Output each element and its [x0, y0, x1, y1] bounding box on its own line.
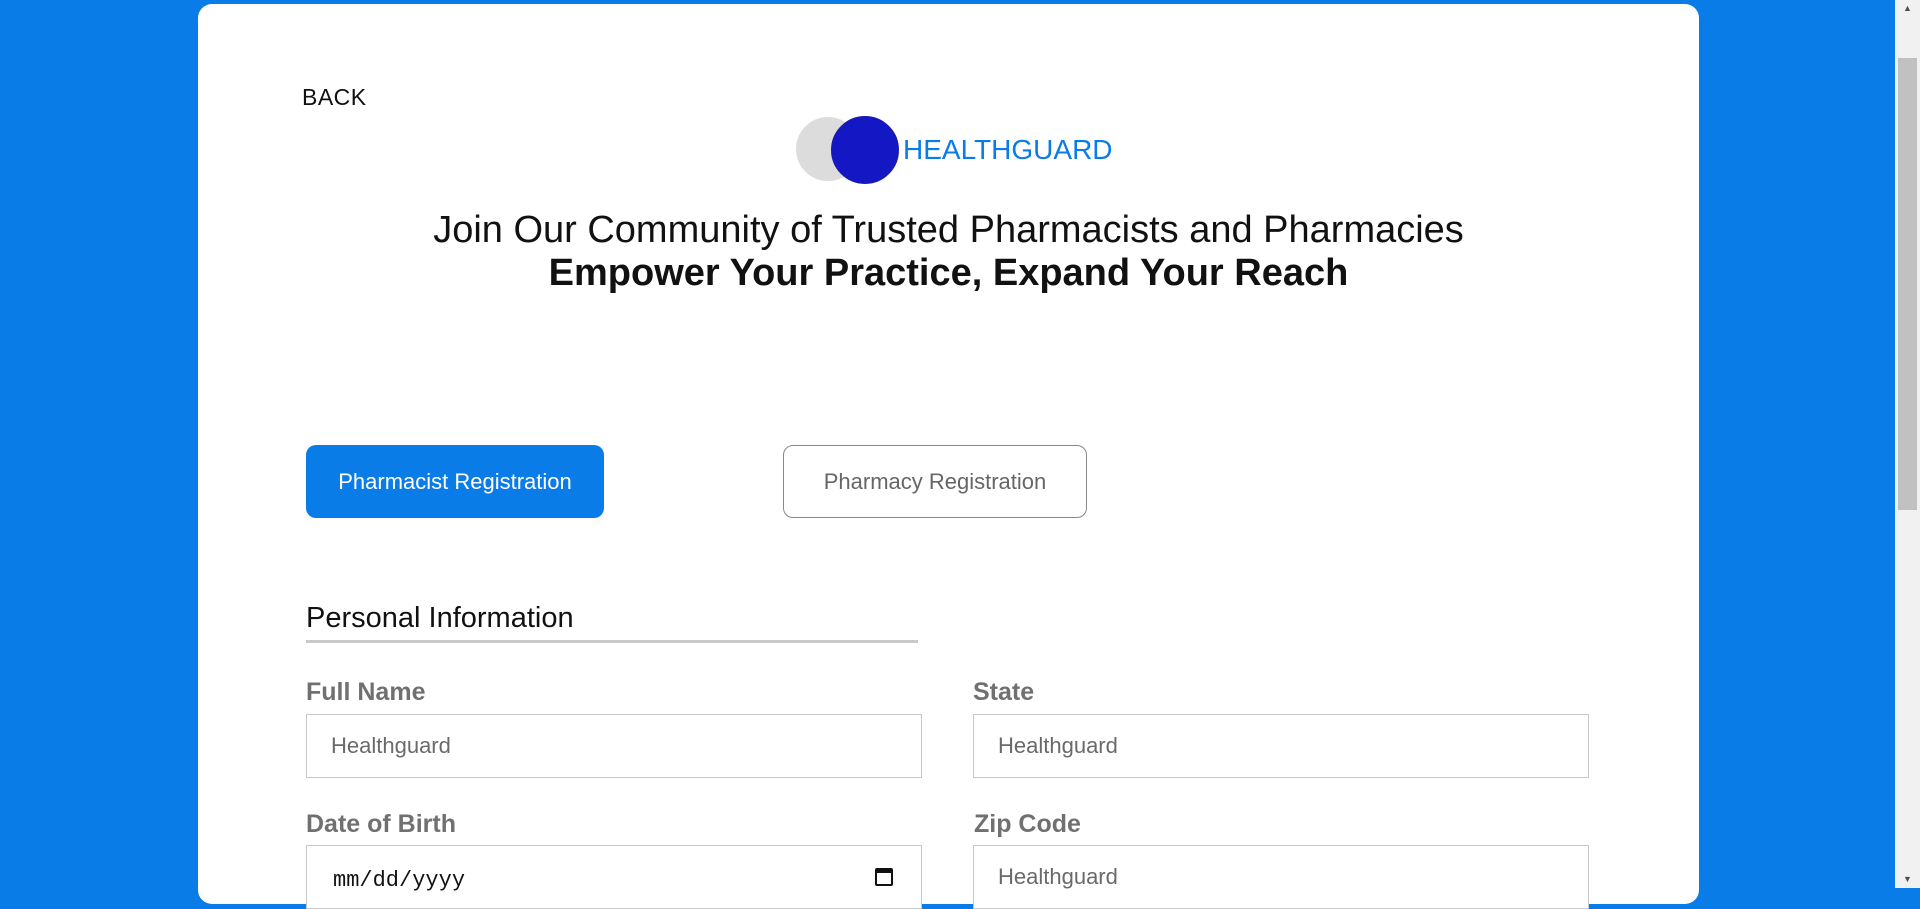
full-name-label: Full Name — [306, 678, 426, 706]
tab-pharmacy-registration[interactable]: Pharmacy Registration — [783, 445, 1087, 518]
back-link[interactable]: BACK — [302, 84, 367, 111]
calendar-icon[interactable] — [875, 868, 893, 886]
state-label: State — [973, 678, 1035, 706]
section-divider — [306, 640, 918, 643]
scroll-up-arrow-icon[interactable]: ▲ — [1895, 0, 1920, 17]
registration-card: BACK HEALTHGUARD Join Our Community of T… — [198, 4, 1699, 909]
scrollbar-thumb[interactable] — [1898, 58, 1917, 510]
logo-blue-circle-icon — [831, 116, 899, 184]
page-scrollbar[interactable]: ▲ ▼ — [1895, 0, 1920, 888]
zip-code-label: Zip Code — [974, 810, 1081, 838]
tab-pharmacist-registration[interactable]: Pharmacist Registration — [306, 445, 604, 518]
date-of-birth-label: Date of Birth — [306, 810, 456, 838]
date-of-birth-placeholder: mm/dd/yyyy — [333, 868, 466, 893]
hero-subheadline: Empower Your Practice, Expand Your Reach — [548, 252, 1349, 294]
hero-headline: Join Our Community of Trusted Pharmacist… — [433, 209, 1464, 251]
date-of-birth-input[interactable]: mm/dd/yyyy — [306, 845, 922, 909]
full-name-input[interactable] — [306, 714, 922, 778]
section-title: Personal Information — [306, 602, 574, 634]
state-input[interactable] — [973, 714, 1589, 778]
brand-name: HEALTHGUARD — [903, 134, 1113, 165]
zip-code-input[interactable] — [973, 845, 1589, 909]
scroll-down-arrow-icon[interactable]: ▼ — [1895, 871, 1920, 888]
